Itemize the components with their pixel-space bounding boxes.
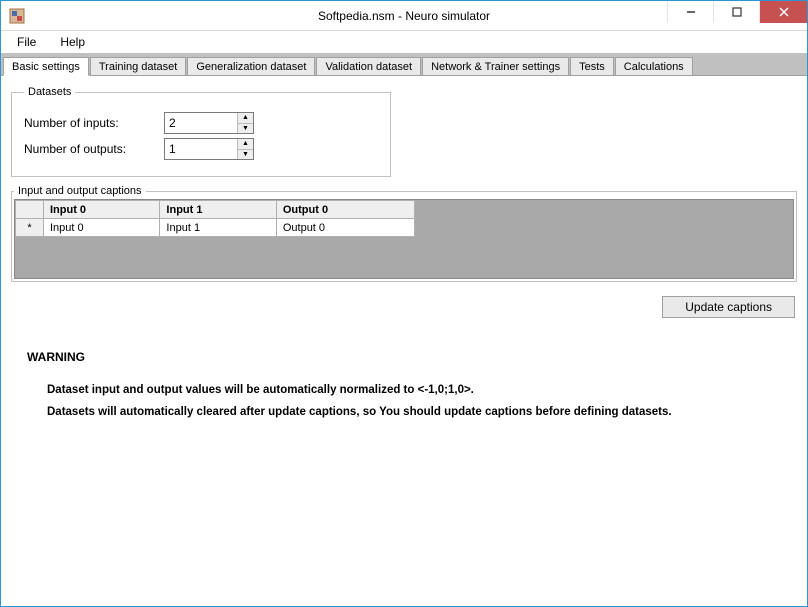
warning-line1: Dataset input and output values will be … [47, 384, 781, 396]
col-header-input0[interactable]: Input 0 [44, 201, 160, 219]
datasets-group: Datasets Number of inputs: ▲ ▼ Number of… [11, 86, 391, 177]
outputs-value[interactable] [165, 139, 237, 159]
outputs-up-icon[interactable]: ▲ [238, 139, 253, 150]
inputs-label: Number of inputs: [24, 116, 164, 130]
menu-file[interactable]: File [7, 33, 46, 51]
tab-calculations[interactable]: Calculations [615, 57, 693, 75]
inputs-value[interactable] [165, 113, 237, 133]
tab-network-trainer-settings[interactable]: Network & Trainer settings [422, 57, 569, 75]
outputs-down-icon[interactable]: ▼ [238, 150, 253, 160]
cell-input0[interactable]: Input 0 [44, 219, 160, 237]
warning-title: WARNING [27, 350, 781, 364]
tab-content: Datasets Number of inputs: ▲ ▼ Number of… [1, 75, 807, 605]
warning-block: WARNING Dataset input and output values … [27, 350, 781, 418]
tab-basic-settings[interactable]: Basic settings [3, 57, 89, 76]
captions-grid[interactable]: Input 0 Input 1 Output 0 * Input 0 Input… [14, 199, 794, 279]
tab-tests[interactable]: Tests [570, 57, 614, 75]
close-button[interactable] [759, 1, 807, 23]
window-controls [667, 1, 807, 23]
outputs-spinner[interactable]: ▲ ▼ [164, 138, 254, 160]
col-header-input1[interactable]: Input 1 [160, 201, 276, 219]
row-header-blank [16, 201, 44, 219]
row-marker[interactable]: * [16, 219, 44, 237]
captions-legend: Input and output captions [14, 185, 146, 197]
cell-output0[interactable]: Output 0 [276, 219, 414, 237]
outputs-row: Number of outputs: ▲ ▼ [24, 138, 378, 160]
minimize-button[interactable] [667, 1, 713, 23]
inputs-row: Number of inputs: ▲ ▼ [24, 112, 378, 134]
tab-training-dataset[interactable]: Training dataset [90, 57, 186, 75]
button-row: Update captions [11, 290, 797, 324]
captions-group: Input and output captions Input 0 Input … [11, 185, 797, 282]
outputs-label: Number of outputs: [24, 142, 164, 156]
tab-validation-dataset[interactable]: Validation dataset [316, 57, 421, 75]
table-row: * Input 0 Input 1 Output 0 [16, 219, 415, 237]
maximize-button[interactable] [713, 1, 759, 23]
update-captions-button[interactable]: Update captions [662, 296, 795, 318]
col-header-output0[interactable]: Output 0 [276, 201, 414, 219]
inputs-up-icon[interactable]: ▲ [238, 113, 253, 124]
tab-generalization-dataset[interactable]: Generalization dataset [187, 57, 315, 75]
inputs-down-icon[interactable]: ▼ [238, 124, 253, 134]
menu-help[interactable]: Help [50, 33, 95, 51]
titlebar: Softpedia.nsm - Neuro simulator [1, 1, 807, 31]
warning-line2: Datasets will automatically cleared afte… [47, 406, 781, 418]
menubar: File Help [1, 31, 807, 53]
inputs-spinner[interactable]: ▲ ▼ [164, 112, 254, 134]
cell-input1[interactable]: Input 1 [160, 219, 276, 237]
datasets-legend: Datasets [24, 86, 75, 98]
tabbar: Basic settings Training dataset Generali… [1, 53, 807, 75]
app-icon [9, 8, 25, 24]
table-header-row: Input 0 Input 1 Output 0 [16, 201, 415, 219]
